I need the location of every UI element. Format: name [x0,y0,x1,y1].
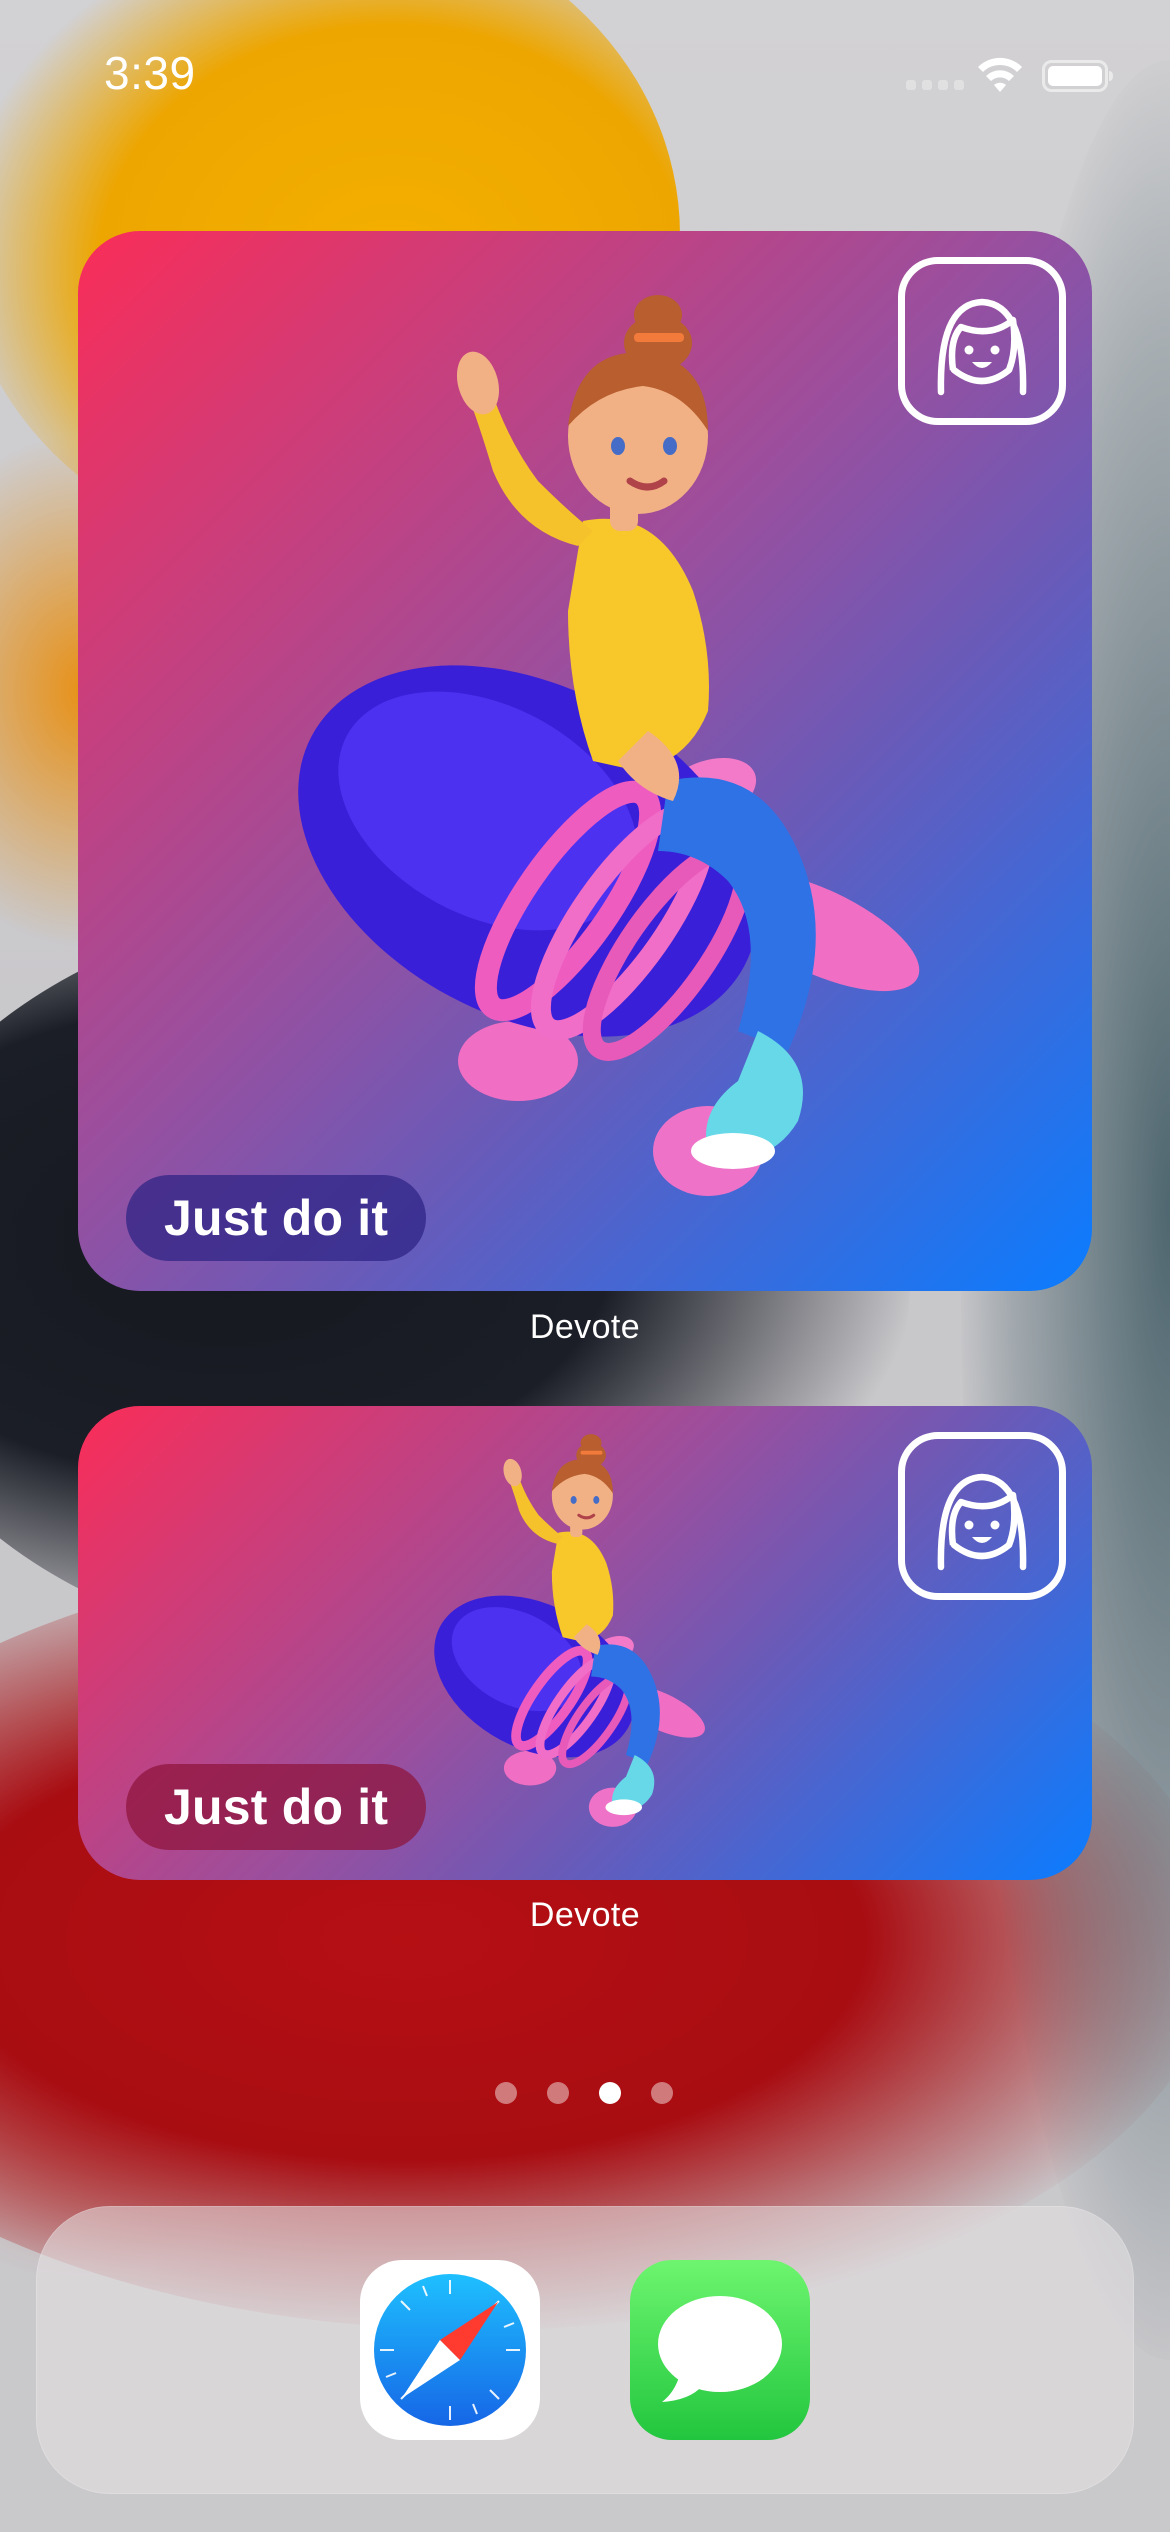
safari-app-icon[interactable] [360,2260,540,2440]
widget-app-label: Devote [529,1308,641,1346]
girl-face-icon [937,1473,1027,1571]
wifi-icon [978,57,1022,92]
messages-icon [658,2296,782,2402]
widget-app-label: Devote [529,1896,641,1934]
cellular-signal-icon [906,80,964,90]
page-dot-2[interactable] [547,2082,569,2104]
page-dot-1[interactable] [495,2082,517,2104]
signal-bar [922,80,932,90]
status-time: 3:39 [104,47,196,99]
quote-pill: Just do it [126,1764,427,1850]
rocket-girl-illustration [434,1434,705,1827]
status-bar: 3:39 [0,0,1170,150]
safari-icon [374,2274,526,2426]
girl-face-icon [937,298,1027,396]
battery-icon [1042,60,1113,92]
page-dot-3-active[interactable] [599,2082,621,2104]
home-screen: 3:39 Just do it Devote Just do it Devote [0,0,1170,2532]
page-dot-4[interactable] [651,2082,673,2104]
devote-widget-medium[interactable]: Just do it [78,1406,1092,1880]
page-indicator[interactable] [495,2082,673,2104]
profile-button[interactable] [898,257,1066,425]
rocket-girl-illustration [298,295,920,1196]
signal-bar [906,80,916,90]
messages-app-icon[interactable] [630,2260,810,2440]
quote-pill: Just do it [126,1175,427,1261]
signal-bar [954,80,964,90]
devote-widget-large[interactable]: Just do it [78,231,1092,1291]
signal-bar [938,80,948,90]
profile-button[interactable] [898,1432,1066,1600]
dock [36,2206,1134,2494]
